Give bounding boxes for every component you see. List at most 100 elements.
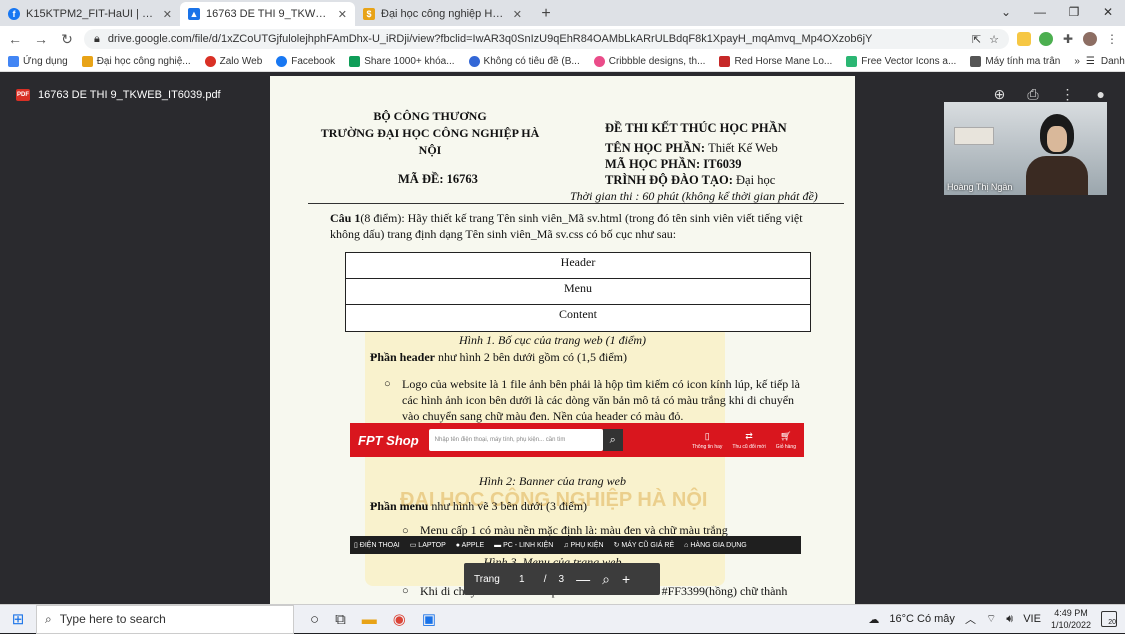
close-tab-icon[interactable]: ✕ [163, 8, 172, 21]
notifications-icon[interactable]: 20 [1101, 611, 1117, 627]
exam-info: ĐỀ THI KẾT THÚC HỌC PHẦN TÊN HỌC PHẦN: T… [605, 121, 787, 187]
exchange-icon: ⇄ [745, 430, 753, 441]
facebook-icon: f [8, 8, 20, 20]
sheets-icon [349, 56, 361, 67]
bookmark-item[interactable]: Facebook [276, 56, 335, 67]
header-description: Logo của website là 1 file ảnh bên phải … [402, 377, 800, 423]
tab-search-icon[interactable]: ⌄ [989, 0, 1023, 24]
weather-icon[interactable]: ☁ [868, 613, 879, 626]
network-icon[interactable]: ⌔ [986, 612, 996, 626]
facebook-icon [276, 56, 288, 67]
new-tab-button[interactable]: + [534, 2, 558, 26]
bookmark-item[interactable]: Cribbble designs, th... [593, 56, 705, 67]
figure-2-caption: Hình 2: Banner của trang web [479, 474, 626, 488]
banner-search: Nhập tên điện thoại, máy tính, phụ kiện.… [428, 429, 603, 451]
menu-item: ⌂ HÀNG GIA DỤNG [684, 541, 747, 549]
viewer-actions: ⊕ ⎙ ⋮ ● [994, 86, 1105, 103]
file-explorer-icon[interactable]: ▬ [362, 611, 377, 628]
magnifier-icon: ⌕ [602, 429, 623, 451]
chevron-right-icon[interactable]: » [1074, 56, 1080, 67]
question-1: Câu 1(8 điểm): Hãy thiết kế trang Tên si… [330, 211, 803, 241]
reading-list-icon: ☰ [1085, 56, 1095, 67]
menu-item: ● APPLE [455, 541, 485, 549]
bookmark-item[interactable]: Máy tính ma trân [970, 56, 1060, 67]
banner-image: FPT Shop Nhập tên điện thoại, máy tính, … [350, 423, 804, 457]
bookmark-item[interactable]: Không có tiêu đề (B... [468, 56, 580, 67]
participant-name: Hoàng Thị Ngân [947, 182, 1013, 192]
bookmark-item[interactable]: Red Horse Mane Lo... [719, 56, 832, 67]
menu-image: ▯ ĐIỆN THOẠI ▭ LAPTOP ● APPLE ▬ PC - LIN… [350, 536, 801, 554]
bullet-circle: ○ [402, 585, 409, 597]
extensions: ✚ ⋮ [1017, 32, 1119, 46]
cortana-icon[interactable]: ○ [310, 611, 319, 628]
taskbar: ⊞ ⌕ Type here to search ○ ⧉ ▬ ◉ ▣ ☁ 16°C… [0, 604, 1125, 634]
exam-code: MÃ ĐỀ: 16763 [398, 172, 478, 186]
zoom-in-button[interactable]: + [622, 571, 630, 587]
page-number-input[interactable]: 1 [512, 574, 532, 585]
add-to-drive-icon[interactable]: ⊕ [994, 86, 1006, 103]
print-icon[interactable]: ⎙ [1027, 86, 1038, 103]
chevron-up-icon[interactable]: ︿ [965, 611, 976, 627]
pdf-page: ĐẠI HỌC CÔNG NGHIỆP HÀ NỘI BỘ CÔNG THƯƠN… [270, 76, 855, 604]
extension-icon[interactable] [1039, 32, 1053, 46]
taskbar-search[interactable]: ⌕ Type here to search [36, 604, 294, 634]
pdf-icon: PDF [16, 89, 30, 101]
bullet-circle: ○ [384, 378, 391, 390]
back-icon[interactable]: ← [6, 31, 24, 47]
dribbble-icon [593, 56, 605, 67]
bookmark-item[interactable]: Đại học công nghiệ... [81, 56, 191, 67]
menu-item: ♫ PHỤ KIỆN [563, 541, 604, 549]
layout-row-header: Header [346, 253, 810, 279]
reload-icon[interactable]: ↻ [58, 31, 76, 48]
window-controls: ⌄ — ❐ ✕ [989, 0, 1125, 24]
avatar[interactable]: ● [1097, 86, 1105, 103]
forward-icon[interactable]: → [32, 31, 50, 47]
bookmark-item[interactable]: Share 1000+ khóa... [349, 56, 455, 67]
close-tab-icon[interactable]: ✕ [338, 8, 347, 21]
site-icon [970, 56, 982, 67]
zoom-out-button[interactable]: — [576, 571, 590, 587]
lock-icon[interactable]: 🔒︎ [94, 33, 100, 46]
address-bar-row: ← → ↻ 🔒︎ drive.google.com/file/d/1xZCoUT… [0, 26, 1125, 52]
layout-diagram: Header Menu Content [345, 252, 811, 332]
profile-avatar[interactable] [1083, 32, 1097, 46]
bookmark-item[interactable]: Zalo Web [204, 56, 262, 67]
more-options-icon[interactable]: ⋮ [1061, 86, 1075, 103]
task-view-icon[interactable]: ⧉ [335, 611, 346, 628]
tab-haui[interactable]: $ Đại học công nghiệp Hà Nội - Cổ ✕ [355, 2, 530, 26]
close-window-button[interactable]: ✕ [1091, 0, 1125, 24]
phone-icon: ▯ [704, 430, 710, 441]
zoom-app-icon[interactable]: ▣ [422, 610, 436, 628]
bookmark-apps[interactable]: Ứng dụng [8, 56, 68, 67]
chrome-icon[interactable]: ◉ [393, 610, 406, 628]
tab-drive[interactable]: ▲ 16763 DE THI 9_TKWEB_IT6039.p ✕ [180, 2, 355, 26]
participant-image [1026, 112, 1088, 195]
section-menu: – Phần menu như hình vẽ 3 bên dưới (3 điể… [370, 499, 588, 513]
maximize-button[interactable]: ❐ [1057, 0, 1091, 24]
address-input[interactable]: 🔒︎ drive.google.com/file/d/1xZCoUTGjfulo… [84, 29, 1009, 49]
file-name: 16763 DE THI 9_TKWEB_IT6039.pdf [38, 89, 221, 101]
bookmark-star-icon[interactable]: ☆ [989, 33, 999, 46]
tab-facebook[interactable]: f K15KTPM2_FIT-HaUI | Facebook ✕ [0, 2, 180, 26]
clock[interactable]: 4:49 PM 1/10/2022 [1051, 607, 1091, 631]
close-tab-icon[interactable]: ✕ [513, 8, 522, 21]
extension-icon[interactable] [1017, 32, 1031, 46]
share-icon[interactable]: ⇱ [972, 33, 981, 46]
zoom-icon[interactable]: ⌕ [602, 571, 610, 588]
reading-list[interactable]: »☰Danh sách đọc [1074, 56, 1125, 67]
volume-icon[interactable]: 🔊︎ [1006, 613, 1013, 626]
menu-kebab-icon[interactable]: ⋮ [1105, 32, 1119, 46]
bookmark-item[interactable]: Free Vector Icons a... [846, 56, 956, 67]
cart-icon: 🛒︎ [780, 430, 792, 441]
menu-item: ▯ ĐIỆN THOẠI [354, 542, 400, 549]
ministry-block: BỘ CÔNG THƯƠNG TRƯỜNG ĐẠI HỌC CÔNG NGHIỆ… [320, 109, 540, 157]
menu-item: ▭ LAPTOP [409, 542, 446, 549]
minimize-button[interactable]: — [1023, 0, 1057, 24]
windows-start-icon[interactable]: ⊞ [0, 605, 36, 634]
search-icon: ⌕ [45, 611, 52, 626]
pinned-apps: ○ ⧉ ▬ ◉ ▣ [310, 610, 436, 629]
puzzle-icon[interactable]: ✚ [1061, 32, 1075, 46]
site-icon [719, 56, 731, 67]
bookmarks-bar: Ứng dụng Đại học công nghiệ... Zalo Web … [0, 52, 1125, 72]
layout-row-content: Content [559, 307, 597, 321]
